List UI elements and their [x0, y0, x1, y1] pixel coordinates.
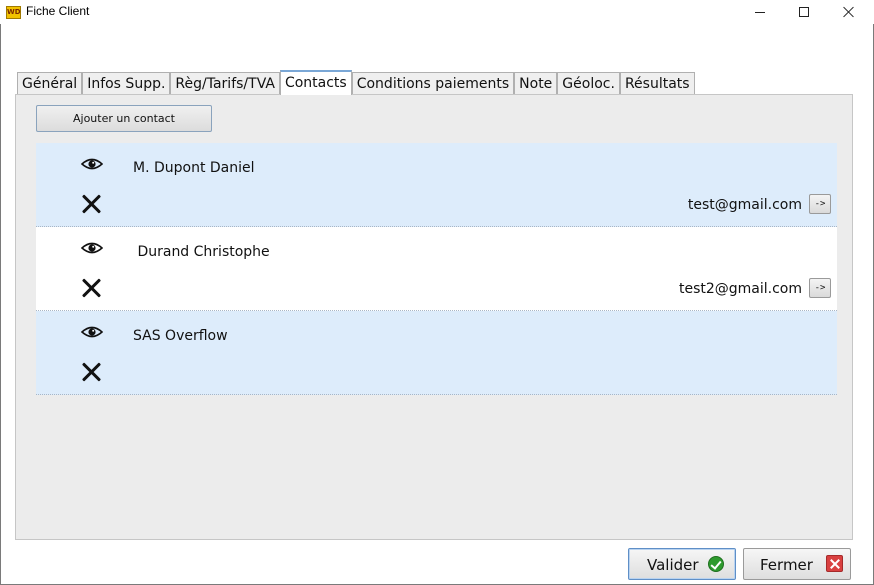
tab-note[interactable]: Note — [514, 72, 558, 94]
contact-email: test2@gmail.com — [678, 281, 802, 297]
validate-label: Valider — [647, 556, 699, 574]
contact-row: M. Dupont Daniel test@gmail.com -> — [36, 143, 837, 227]
open-email-button[interactable]: -> — [809, 278, 831, 298]
contact-email: test@gmail.com — [687, 197, 802, 213]
cancel-x-icon — [826, 555, 843, 572]
contact-name: SAS Overflow — [133, 328, 228, 344]
delete-x-icon[interactable] — [82, 278, 102, 298]
contact-name: M. Dupont Daniel — [133, 160, 255, 176]
validate-button[interactable]: Valider — [628, 548, 736, 580]
window-title: Fiche Client — [26, 4, 90, 18]
eye-icon[interactable] — [81, 325, 103, 339]
tab-resultats[interactable]: Résultats — [619, 72, 695, 94]
close-label: Fermer — [760, 556, 813, 574]
delete-x-icon[interactable] — [82, 362, 102, 382]
windev-app-icon: WD — [6, 6, 21, 19]
minimize-icon — [755, 11, 765, 13]
eye-icon[interactable] — [81, 157, 103, 171]
maximize-button[interactable] — [781, 0, 827, 24]
tab-conditions-paiements[interactable]: Conditions paiements — [351, 72, 515, 94]
check-circle-icon — [708, 556, 724, 572]
open-email-button[interactable]: -> — [809, 194, 831, 214]
tab-general[interactable]: Général — [17, 72, 83, 94]
maximize-icon — [799, 7, 809, 17]
tab-geoloc[interactable]: Géoloc. — [557, 72, 620, 94]
close-button[interactable]: Fermer — [743, 548, 851, 580]
delete-x-icon[interactable] — [82, 194, 102, 214]
eye-icon[interactable] — [81, 241, 103, 255]
contact-name: Durand Christophe — [133, 244, 270, 260]
tab-bar: Général Infos Supp. Règ/Tarifs/TVA Conta… — [17, 70, 695, 95]
add-contact-button[interactable]: Ajouter un contact — [36, 105, 212, 132]
tab-reg-tarifs-tva[interactable]: Règ/Tarifs/TVA — [170, 72, 280, 94]
close-window-button[interactable] — [826, 0, 872, 24]
contact-row: SAS Overflow — [36, 311, 837, 395]
tab-contacts[interactable]: Contacts — [279, 70, 352, 95]
contact-row: Durand Christophe test2@gmail.com -> — [36, 227, 837, 311]
close-icon — [843, 6, 855, 18]
minimize-button[interactable] — [737, 0, 783, 24]
tab-infos-supp[interactable]: Infos Supp. — [82, 72, 171, 94]
title-bar[interactable]: WD Fiche Client — [0, 0, 874, 24]
